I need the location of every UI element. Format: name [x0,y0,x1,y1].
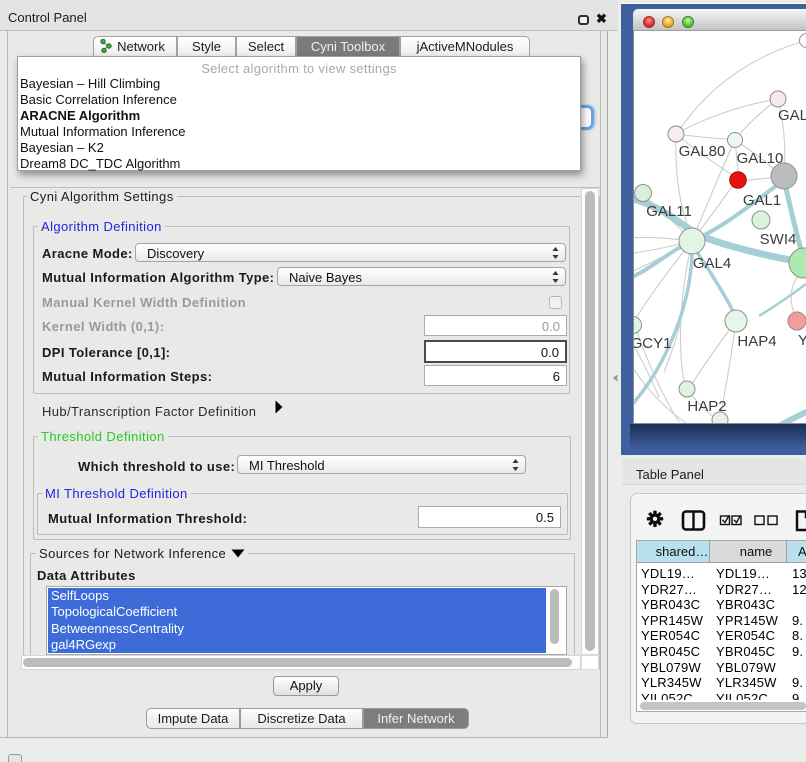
svg-text:GAL80: GAL80 [679,143,726,160]
svg-text:HAP4: HAP4 [737,333,776,350]
svg-text:GCY1: GCY1 [634,335,671,352]
svg-text:GAL10: GAL10 [737,150,784,167]
svg-text:GAL1: GAL1 [743,192,781,209]
svg-text:HAP2: HAP2 [687,398,726,415]
svg-text:GAL11: GAL11 [646,203,692,220]
svg-text:GAL4: GAL4 [693,255,731,272]
svg-text:GAL7: GAL7 [778,107,806,124]
svg-text:Y: Y [798,332,806,349]
svg-text:SWI4: SWI4 [760,231,797,248]
